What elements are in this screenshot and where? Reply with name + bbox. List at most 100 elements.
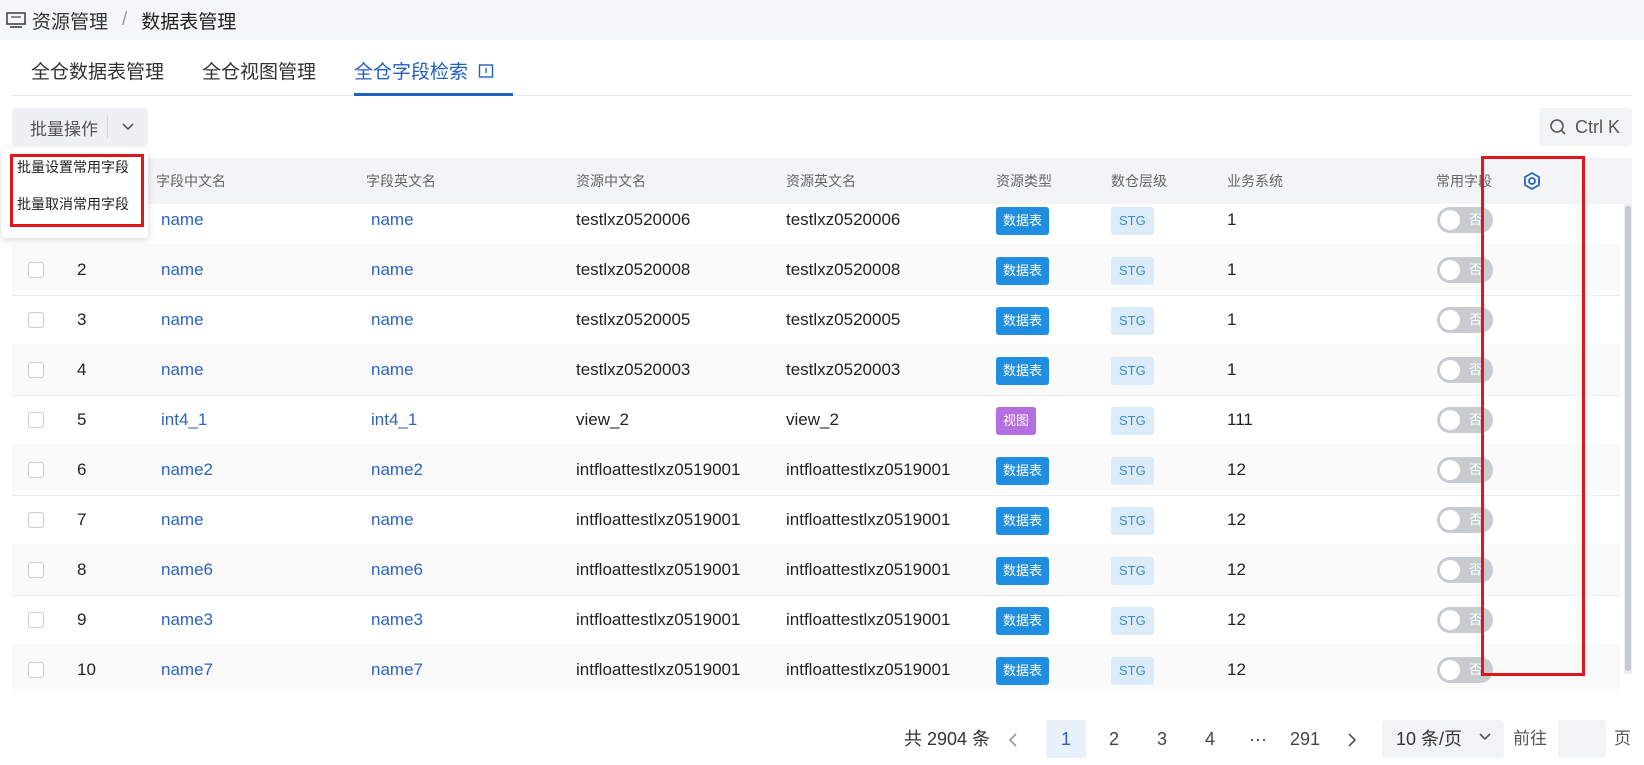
cell-resource-type: 数据表 <box>996 644 1050 696</box>
page-button[interactable]: 3 <box>1142 720 1182 758</box>
table-row[interactable]: 2 name name testlxz0520008 testlxz0520008 1 数据… <box>12 244 1620 296</box>
common-field-toggle[interactable]: 否 <box>1437 557 1493 583</box>
cell-field-en[interactable]: name <box>371 204 414 246</box>
page-button[interactable]: 291 <box>1285 720 1325 758</box>
resource-type-tag: 数据表 <box>996 657 1050 685</box>
search-icon <box>1550 119 1566 135</box>
menu-item-set-common[interactable]: 批量设置常用字段 <box>17 157 129 177</box>
chevron-left-icon[interactable] <box>1008 720 1018 758</box>
breadcrumb-item-resource[interactable]: 资源管理 <box>32 7 108 34</box>
cell-warehouse-layer: STG <box>1111 394 1154 446</box>
breadcrumb: 资源管理 / 数据表管理 <box>0 0 1644 40</box>
row-checkbox[interactable] <box>28 562 44 578</box>
tab-field-search[interactable]: 全仓字段检索 <box>335 46 514 96</box>
cell-business-system: 12 <box>1227 660 1246 679</box>
resource-type-tag: 数据表 <box>996 507 1050 535</box>
cell-field-en[interactable]: name <box>371 244 414 296</box>
table-body: 1namenametestlxz0520006testlxz05200061数据… <box>12 204 1632 699</box>
cell-resource-en: intfloattestlxz0519001 <box>786 660 951 679</box>
cell-field-en[interactable]: name2 <box>371 444 423 496</box>
common-field-toggle[interactable]: 否 <box>1437 207 1493 233</box>
common-field-toggle[interactable]: 否 <box>1437 307 1493 333</box>
external-link-icon[interactable] <box>478 63 494 79</box>
row-checkbox[interactable] <box>28 262 44 278</box>
header-business-system: 业务系统 <box>1227 173 1283 189</box>
header-resource-type: 资源类型 <box>996 173 1052 189</box>
batch-operations-button[interactable]: 批量操作 <box>12 108 148 146</box>
page-button[interactable]: 2 <box>1094 720 1134 758</box>
settings-icon[interactable] <box>1522 171 1542 191</box>
row-checkbox[interactable] <box>28 612 44 628</box>
cell-field-cn[interactable]: int4_1 <box>161 394 207 446</box>
page-size-select[interactable]: 10 条/页 <box>1382 720 1504 758</box>
scrollbar-thumb[interactable] <box>1625 206 1631 671</box>
chevron-right-icon[interactable] <box>1347 720 1357 758</box>
cell-field-cn[interactable]: name <box>161 344 204 396</box>
row-checkbox[interactable] <box>28 662 44 678</box>
page-size-value: 10 条/页 <box>1396 729 1463 749</box>
table-row[interactable]: 9 name3 name3 intfloattestlxz0519001 intfloa… <box>12 594 1620 646</box>
tab-all-tables[interactable]: 全仓数据表管理 <box>12 46 183 95</box>
cell-field-cn[interactable]: name <box>161 294 204 346</box>
table-row[interactable]: 8 name6 name6 intfloattestlxz0519001 intfloa… <box>12 544 1620 596</box>
table-row[interactable]: 7 name name intfloattestlxz0519001 intfloatt… <box>12 494 1620 546</box>
cell-field-en[interactable]: name <box>371 494 414 546</box>
page-ellipsis[interactable]: ··· <box>1238 720 1278 758</box>
cell-field-cn[interactable]: name3 <box>161 594 213 646</box>
common-field-toggle[interactable]: 否 <box>1437 407 1493 433</box>
tab-all-views[interactable]: 全仓视图管理 <box>183 46 335 95</box>
toggle-knob <box>1440 410 1460 430</box>
cell-resource-type: 数据表 <box>996 544 1050 596</box>
cell-field-en[interactable]: name <box>371 294 414 346</box>
cell-field-en[interactable]: int4_1 <box>371 394 417 446</box>
monitor-icon <box>6 12 26 28</box>
cell-index: 5 <box>77 410 87 429</box>
chevron-down-icon[interactable] <box>108 122 148 132</box>
batch-operations-label: 批量操作 <box>30 119 98 139</box>
cell-resource-en: view_2 <box>786 410 839 429</box>
cell-field-cn[interactable]: name <box>161 204 204 246</box>
row-checkbox[interactable] <box>28 512 44 528</box>
toggle-label: 否 <box>1469 562 1483 577</box>
page-button[interactable]: 4 <box>1190 720 1230 758</box>
cell-field-en[interactable]: name <box>371 344 414 396</box>
cell-field-en[interactable]: name3 <box>371 594 423 646</box>
cell-field-cn[interactable]: name <box>161 494 204 546</box>
resource-type-tag: 数据表 <box>996 307 1050 335</box>
common-field-toggle[interactable]: 否 <box>1437 507 1493 533</box>
row-checkbox[interactable] <box>28 462 44 478</box>
table-row[interactable]: 5 int4_1 int4_1 view_2 view_2 111 视图 STG 否 <box>12 394 1620 446</box>
table-row[interactable]: 1namenametestlxz0520006testlxz05200061数据… <box>12 204 1620 246</box>
toggle-knob <box>1440 260 1460 280</box>
table-row[interactable]: 3 name name testlxz0520005 testlxz0520005 1 数据… <box>12 294 1620 346</box>
goto-unit: 页 <box>1614 729 1631 748</box>
cell-field-en[interactable]: name6 <box>371 544 423 596</box>
cell-resource-type: 数据表 <box>996 244 1050 296</box>
cell-field-en[interactable]: name7 <box>371 644 423 696</box>
table-row[interactable]: 6 name2 name2 intfloattestlxz0519001 intfloa… <box>12 444 1620 496</box>
menu-item-unset-common[interactable]: 批量取消常用字段 <box>17 194 129 214</box>
common-field-toggle[interactable]: 否 <box>1437 657 1493 683</box>
search-button[interactable]: Ctrl K <box>1539 108 1632 146</box>
common-field-toggle[interactable]: 否 <box>1437 607 1493 633</box>
toggle-knob <box>1440 210 1460 230</box>
row-checkbox[interactable] <box>28 412 44 428</box>
cell-field-cn[interactable]: name7 <box>161 644 213 696</box>
row-checkbox[interactable] <box>28 312 44 328</box>
cell-field-cn[interactable]: name <box>161 244 204 296</box>
cell-warehouse-layer: STG <box>1111 644 1154 696</box>
layer-tag: STG <box>1111 607 1154 635</box>
search-shortcut-label: Ctrl K <box>1575 116 1620 137</box>
cell-business-system: 1 <box>1227 360 1237 379</box>
table-row[interactable]: 10 name7 name7 intfloattestlxz0519001 intflo… <box>12 644 1620 696</box>
table-row[interactable]: 4 name name testlxz0520003 testlxz0520003 1 数据… <box>12 344 1620 396</box>
row-checkbox[interactable] <box>28 362 44 378</box>
cell-index: 3 <box>77 310 87 329</box>
page-button[interactable]: 1 <box>1046 720 1086 758</box>
common-field-toggle[interactable]: 否 <box>1437 357 1493 383</box>
cell-field-cn[interactable]: name2 <box>161 444 213 496</box>
goto-page-input[interactable] <box>1558 720 1606 758</box>
common-field-toggle[interactable]: 否 <box>1437 457 1493 483</box>
common-field-toggle[interactable]: 否 <box>1437 257 1493 283</box>
cell-field-cn[interactable]: name6 <box>161 544 213 596</box>
